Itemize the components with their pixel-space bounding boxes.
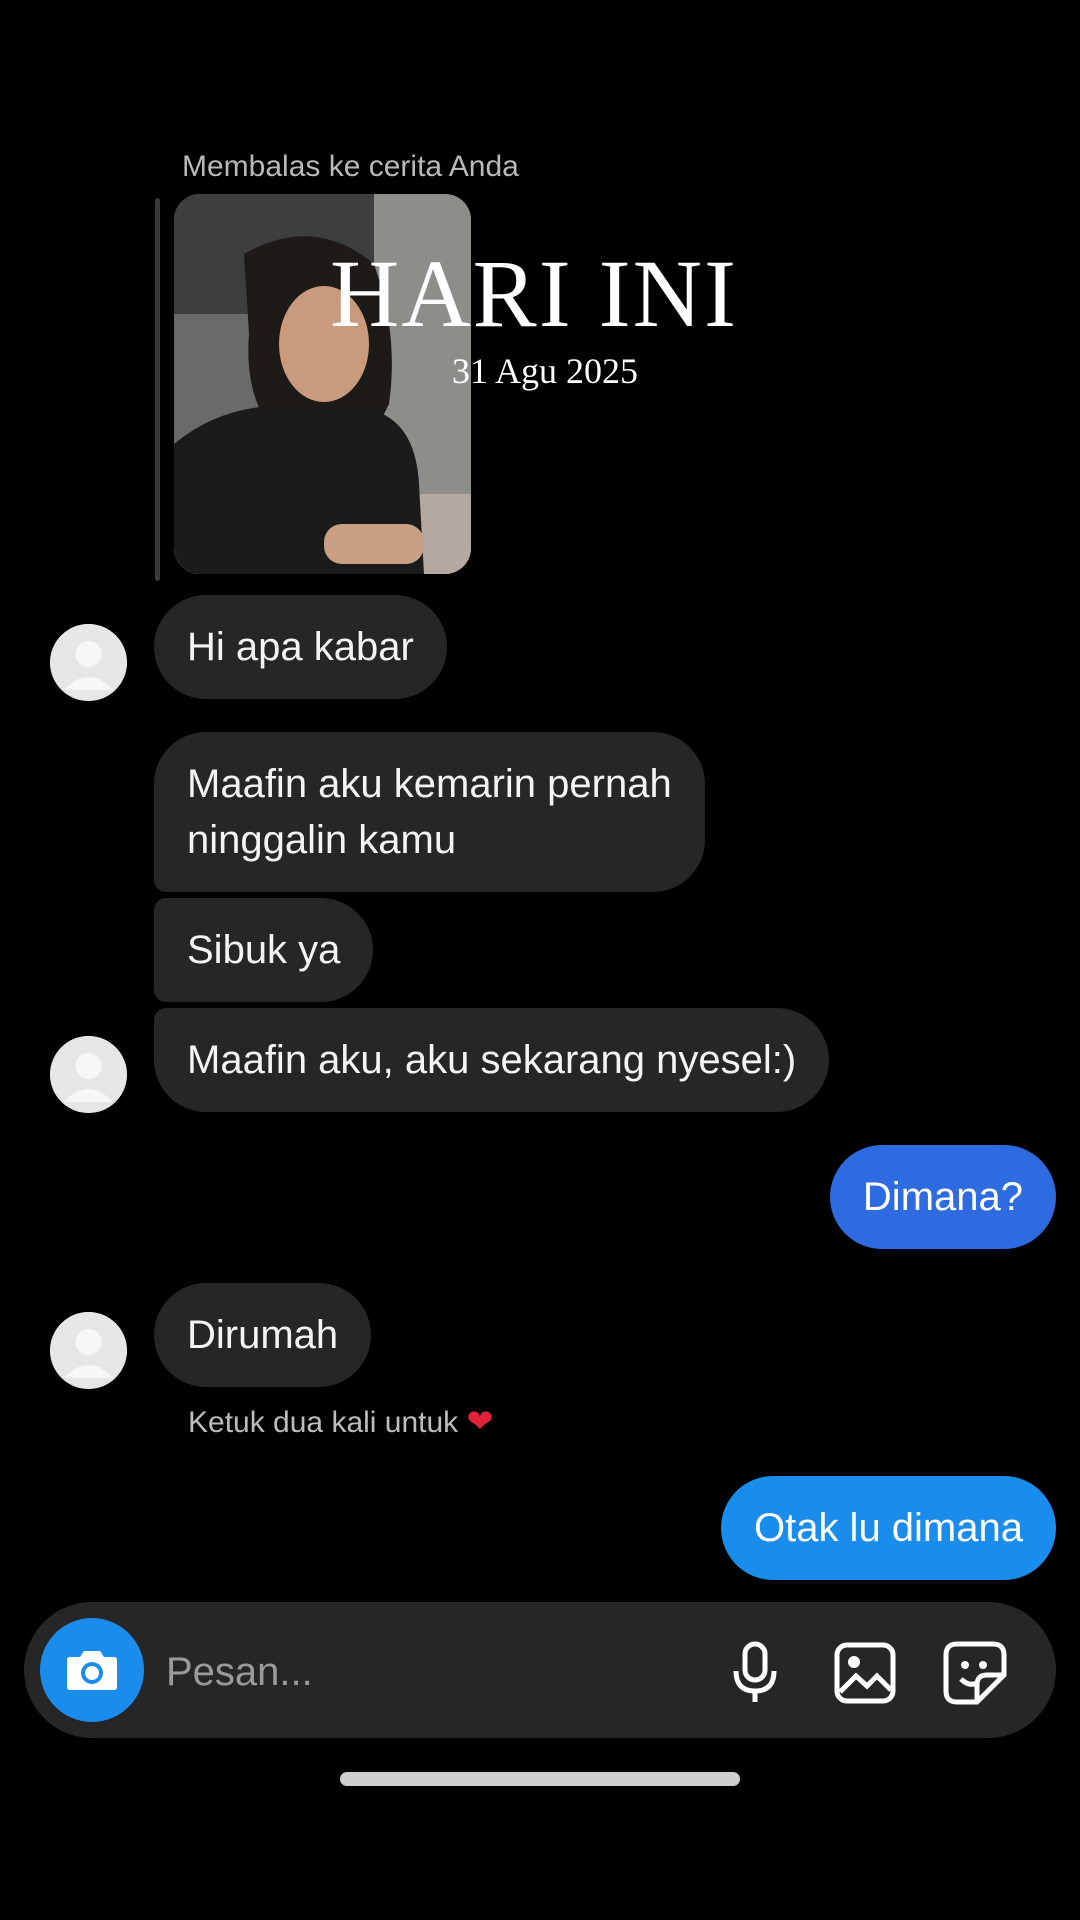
hint-text: Ketuk dua kali untuk: [188, 1406, 459, 1439]
message-input[interactable]: [166, 1640, 686, 1704]
default-avatar-icon: [50, 1036, 127, 1113]
reply-quote-bar: [155, 198, 160, 581]
microphone-button[interactable]: [722, 1640, 788, 1706]
message-bubble-outgoing[interactable]: Dimana?: [829, 1145, 1056, 1249]
message-bubble-incoming[interactable]: Sibuk ya: [154, 898, 374, 1002]
message-bubble-incoming[interactable]: Hi apa kabar: [154, 595, 447, 699]
sticker-button[interactable]: [942, 1640, 1008, 1706]
sticker-icon: [943, 1641, 1007, 1705]
chat-screen: Membalas ke cerita Anda HARI INI 31 Agu …: [0, 0, 1080, 1920]
double-tap-hint: Ketuk dua kali untuk ❤: [188, 1402, 493, 1440]
contact-avatar[interactable]: [50, 1312, 127, 1389]
message-bubble-outgoing[interactable]: Otak lu dimana: [720, 1476, 1056, 1580]
default-avatar-icon: [50, 1312, 127, 1389]
heart-icon: ❤: [466, 1403, 494, 1439]
contact-avatar[interactable]: [50, 624, 127, 701]
story-reply-label: Membalas ke cerita Anda: [182, 150, 519, 183]
camera-button[interactable]: [40, 1618, 144, 1722]
message-line: ninggalin kamu: [187, 818, 457, 862]
message-bubble-incoming[interactable]: Dirumah: [154, 1283, 372, 1387]
gallery-icon: [834, 1642, 896, 1704]
message-line: Maafin aku kemarin pernah: [187, 762, 672, 806]
message-bubble-incoming[interactable]: Maafin aku, aku sekarang nyesel:): [154, 1008, 830, 1112]
story-overlay-date: 31 Agu 2025: [452, 351, 639, 391]
contact-avatar[interactable]: [50, 1036, 127, 1113]
message-bubble-incoming[interactable]: Maafin aku kemarin pernah ninggalin kamu: [154, 732, 705, 892]
gallery-button[interactable]: [832, 1640, 898, 1706]
camera-icon: [67, 1651, 117, 1690]
microphone-icon: [733, 1641, 777, 1702]
default-avatar-icon: [50, 624, 127, 701]
story-overlay-title: HARI INI: [330, 240, 738, 347]
home-indicator[interactable]: [340, 1772, 740, 1786]
